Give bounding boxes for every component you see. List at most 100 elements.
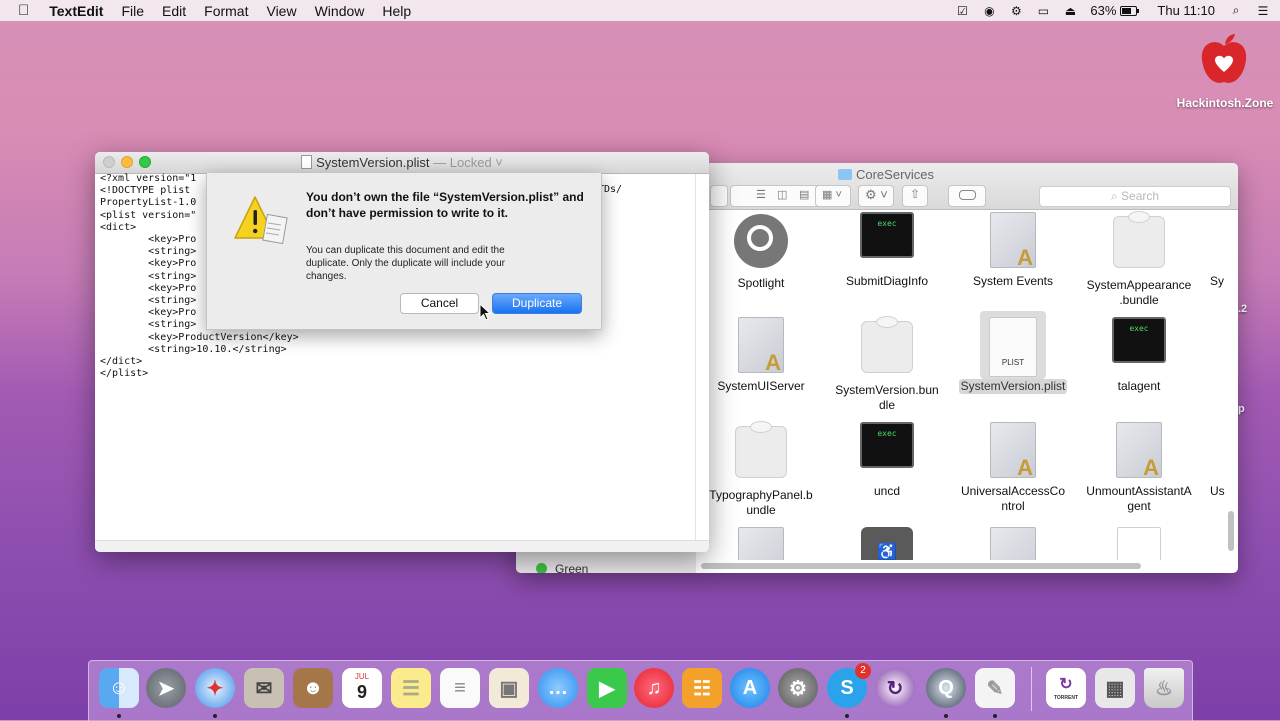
icon-grid: Spotlight exec SubmitDiagInfo A System E… bbox=[696, 210, 1238, 560]
file-label: Us bbox=[1210, 484, 1225, 498]
file-item-systemappearance[interactable]: SystemAppearance .bundle bbox=[1084, 211, 1194, 308]
duplicate-button[interactable]: Duplicate bbox=[492, 293, 582, 314]
vertical-scrollbar[interactable] bbox=[1228, 511, 1234, 551]
search-field[interactable]: ⌕ Search bbox=[1039, 186, 1231, 207]
file-item-partial[interactable]: Us bbox=[1210, 422, 1238, 499]
safari-icon[interactable]: ✦ bbox=[195, 668, 235, 708]
accessibility-icon: ♿ bbox=[861, 527, 913, 560]
menu-file[interactable]: File bbox=[121, 3, 144, 19]
file-item-systemuiserver[interactable]: A SystemUIServer bbox=[706, 317, 816, 394]
hackintosh-zone-label[interactable]: Hackintosh.Zone bbox=[1175, 96, 1275, 111]
running-indicator bbox=[213, 714, 217, 718]
system-preferences-icon[interactable]: ⚙ bbox=[778, 668, 818, 708]
finder-dock-icon[interactable]: ☺ bbox=[99, 668, 139, 708]
torrent-file-icon[interactable]: ↻ TORRENT bbox=[1046, 668, 1086, 708]
file-item-talagent[interactable]: exec talagent bbox=[1084, 317, 1194, 394]
list-view-icon[interactable]: ☰ bbox=[756, 188, 766, 201]
file-item-partial-row[interactable]: ♿ bbox=[832, 527, 942, 560]
calendar-icon[interactable]: JUL 9 bbox=[342, 668, 382, 708]
gear-icon: ⚙ ˅ bbox=[865, 187, 888, 202]
textedit-icon[interactable]: ✎ bbox=[975, 668, 1015, 708]
record-status-icon[interactable]: ◉ bbox=[982, 4, 996, 18]
file-label: TypographyPanel.b undle bbox=[709, 488, 813, 517]
airplay-icon[interactable]: ▭ bbox=[1036, 4, 1050, 18]
arrange-button[interactable]: ▦ ˅ bbox=[815, 185, 851, 207]
hackintosh-zone-logo-icon[interactable] bbox=[1196, 32, 1252, 90]
file-label: System Events bbox=[972, 274, 1054, 288]
torrent-label: TORRENT bbox=[1053, 695, 1079, 701]
share-button[interactable]: ⇧ bbox=[902, 185, 928, 207]
locked-status[interactable]: — Locked bbox=[433, 155, 492, 170]
ibooks-icon[interactable]: ☷ bbox=[682, 668, 722, 708]
file-item-uncd[interactable]: exec uncd bbox=[832, 422, 942, 499]
file-item-systemversion-bundle[interactable]: SystemVersion.bun dle bbox=[832, 316, 942, 413]
spotlight-icon bbox=[734, 214, 788, 268]
menu-help[interactable]: Help bbox=[382, 3, 411, 19]
facetime-icon[interactable]: ▶ bbox=[587, 668, 627, 708]
share-icon: ⇧ bbox=[910, 187, 921, 201]
file-item-submitdiaginfo[interactable]: exec SubmitDiagInfo bbox=[832, 212, 942, 289]
messages-icon[interactable]: … bbox=[538, 668, 578, 708]
file-item-systemversion-plist[interactable]: PLIST SystemVersion.plist bbox=[958, 311, 1068, 394]
tag-icon bbox=[959, 190, 976, 200]
exec-icon: exec bbox=[860, 422, 914, 468]
skype-icon[interactable]: S2 bbox=[827, 663, 871, 708]
app-icon: A bbox=[990, 422, 1036, 479]
torrent-app-icon[interactable]: ↻ bbox=[875, 668, 915, 708]
running-indicator bbox=[845, 714, 849, 718]
file-item-partial-row[interactable] bbox=[1084, 527, 1194, 560]
trash-icon[interactable]: ♨ bbox=[1144, 668, 1184, 708]
file-item-partial-row[interactable] bbox=[706, 527, 816, 560]
textedit-titlebar: SystemVersion.plist — Locked ˅ bbox=[95, 152, 709, 174]
notes-icon[interactable]: ☰ bbox=[391, 668, 431, 708]
file-item-system-events[interactable]: A System Events bbox=[958, 212, 1068, 289]
forward-button[interactable] bbox=[710, 185, 728, 207]
file-item-partial[interactable]: Sy bbox=[1210, 212, 1238, 289]
finder-title: CoreServices bbox=[855, 167, 935, 182]
caution-icon bbox=[233, 194, 289, 246]
horizontal-scrollbar[interactable] bbox=[701, 563, 1141, 569]
battery-icon[interactable] bbox=[1120, 4, 1140, 18]
menu-app-name[interactable]: TextEdit bbox=[49, 3, 103, 19]
photo-booth-icon[interactable]: ▣ bbox=[489, 668, 529, 708]
cover-flow-icon[interactable]: ▤ bbox=[799, 188, 809, 201]
cancel-button[interactable]: Cancel bbox=[400, 293, 479, 314]
itunes-icon[interactable]: ♫ bbox=[634, 668, 674, 708]
eject-icon[interactable]: ⏏ bbox=[1063, 4, 1077, 18]
app-store-icon[interactable]: A bbox=[730, 668, 770, 708]
mail-icon[interactable]: ✉ bbox=[244, 668, 284, 708]
battery-percent[interactable]: 63% bbox=[1090, 3, 1116, 18]
running-indicator bbox=[117, 714, 121, 718]
chevron-down-icon[interactable]: ˅ bbox=[492, 155, 503, 170]
menu-edit[interactable]: Edit bbox=[162, 3, 186, 19]
menu-window[interactable]: Window bbox=[315, 3, 365, 19]
action-button[interactable]: ⚙ ˅ bbox=[858, 185, 894, 207]
mouse-cursor-icon bbox=[479, 302, 492, 326]
file-item-typographypanel[interactable]: TypographyPanel.b undle bbox=[706, 421, 816, 518]
reminders-icon[interactable]: ≡ bbox=[440, 668, 480, 708]
window-title[interactable]: SystemVersion.plist bbox=[316, 155, 429, 170]
view-mode-control[interactable]: ☰ ◫ ▤ bbox=[730, 185, 822, 207]
menu-format[interactable]: Format bbox=[204, 3, 248, 19]
contacts-icon[interactable]: ☻ bbox=[293, 668, 333, 708]
downloads-stack-icon[interactable]: ▦ bbox=[1095, 668, 1135, 708]
column-view-icon[interactable]: ◫ bbox=[777, 188, 787, 201]
file-item-unmountassistantagent[interactable]: A UnmountAssistantA gent bbox=[1084, 422, 1194, 514]
file-item-spotlight[interactable]: Spotlight bbox=[706, 212, 816, 291]
clock[interactable]: Thu 11:10 bbox=[1157, 3, 1215, 18]
search-icon: ⌕ bbox=[1110, 189, 1122, 203]
quicktime-icon[interactable]: Q bbox=[926, 668, 966, 708]
file-item-universalaccesscontrol[interactable]: A UniversalAccessCo ntrol bbox=[958, 422, 1068, 514]
tags-button[interactable] bbox=[948, 185, 986, 207]
apple-icon[interactable]:  bbox=[18, 2, 29, 19]
gear-status-icon[interactable]: ⚙ bbox=[1009, 4, 1023, 18]
menu-view[interactable]: View bbox=[266, 3, 296, 19]
notification-center-icon[interactable]: ☰ bbox=[1256, 4, 1270, 18]
file-item-partial-row[interactable] bbox=[958, 527, 1068, 560]
launchpad-icon[interactable]: ➤ bbox=[146, 668, 186, 708]
menu-bar:  TextEdit File Edit Format View Window … bbox=[0, 0, 1280, 21]
sidebar-tag-green[interactable]: Green bbox=[536, 562, 588, 573]
spotlight-search-icon[interactable]: ⌕ bbox=[1229, 3, 1243, 18]
file-label: SystemVersion.plist bbox=[958, 379, 1068, 394]
checkmark-status-icon[interactable]: ☑ bbox=[955, 4, 969, 18]
